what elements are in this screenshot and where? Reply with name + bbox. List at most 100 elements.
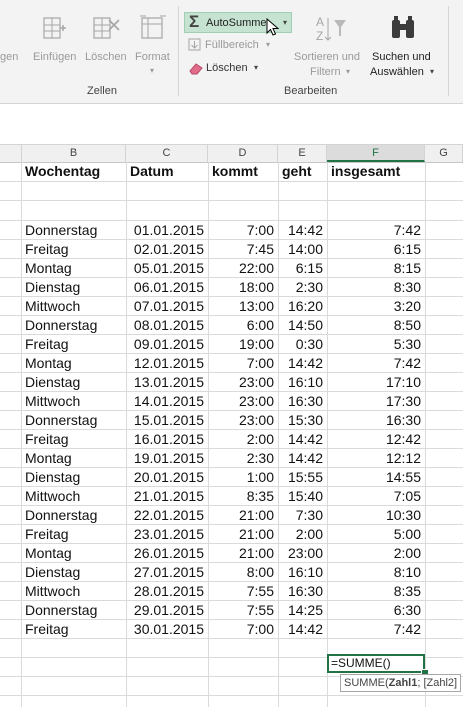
cell-datum[interactable]: 02.01.2015 bbox=[126, 240, 208, 259]
cell-wochentag[interactable]: Montag bbox=[21, 259, 126, 278]
cell-geht[interactable]: 23:00 bbox=[278, 544, 327, 563]
cell-insgesamt[interactable]: 7:42 bbox=[327, 354, 425, 373]
cell-insgesamt[interactable]: 8:10 bbox=[327, 563, 425, 582]
cell-kommt[interactable]: 19:00 bbox=[208, 335, 278, 354]
cell-insgesamt[interactable]: 12:42 bbox=[327, 430, 425, 449]
cell-datum[interactable]: 20.01.2015 bbox=[126, 468, 208, 487]
cell-wochentag[interactable]: Donnerstag bbox=[21, 316, 126, 335]
cell-datum[interactable]: 05.01.2015 bbox=[126, 259, 208, 278]
cell-datum[interactable]: 23.01.2015 bbox=[126, 525, 208, 544]
column-header-b[interactable]: B bbox=[22, 145, 126, 162]
cell-wochentag[interactable]: Dienstag bbox=[21, 373, 126, 392]
cell-insgesamt[interactable]: 12:12 bbox=[327, 449, 425, 468]
cell-datum[interactable]: 29.01.2015 bbox=[126, 601, 208, 620]
cell-kommt[interactable]: 7:45 bbox=[208, 240, 278, 259]
cell-datum[interactable]: 16.01.2015 bbox=[126, 430, 208, 449]
cell-wochentag[interactable]: Mittwoch bbox=[21, 487, 126, 506]
cell-insgesamt[interactable]: 14:55 bbox=[327, 468, 425, 487]
cell-wochentag[interactable]: Dienstag bbox=[21, 278, 126, 297]
tooltip-arg-current[interactable]: Zahl1 bbox=[389, 677, 418, 689]
insert-cells-button[interactable]: Einfügen bbox=[30, 12, 80, 64]
cell-wochentag[interactable]: Freitag bbox=[21, 430, 126, 449]
cell-insgesamt[interactable]: 7:42 bbox=[327, 221, 425, 240]
cell-geht[interactable]: 14:42 bbox=[278, 354, 327, 373]
cell-datum[interactable]: 06.01.2015 bbox=[126, 278, 208, 297]
cell-datum[interactable]: 08.01.2015 bbox=[126, 316, 208, 335]
clear-button[interactable]: Löschen ▾ bbox=[184, 59, 274, 77]
cell-geht[interactable]: 7:30 bbox=[278, 506, 327, 525]
cell-kommt[interactable]: 6:00 bbox=[208, 316, 278, 335]
header-geht[interactable]: geht bbox=[278, 162, 327, 181]
cell-kommt[interactable]: 21:00 bbox=[208, 506, 278, 525]
header-datum[interactable]: Datum bbox=[126, 162, 208, 181]
cell-insgesamt[interactable]: 5:30 bbox=[327, 335, 425, 354]
cell-geht[interactable]: 16:20 bbox=[278, 297, 327, 316]
cell-kommt[interactable]: 1:00 bbox=[208, 468, 278, 487]
cell-kommt[interactable]: 7:55 bbox=[208, 582, 278, 601]
header-kommt[interactable]: kommt bbox=[208, 162, 278, 181]
cell-datum[interactable]: 28.01.2015 bbox=[126, 582, 208, 601]
cell-wochentag[interactable]: Freitag bbox=[21, 525, 126, 544]
cell-geht[interactable]: 15:40 bbox=[278, 487, 327, 506]
cell-datum[interactable]: 19.01.2015 bbox=[126, 449, 208, 468]
cell-wochentag[interactable]: Mittwoch bbox=[21, 582, 126, 601]
cell-geht[interactable]: 14:00 bbox=[278, 240, 327, 259]
cell-geht[interactable]: 14:42 bbox=[278, 430, 327, 449]
cell-insgesamt[interactable]: 8:30 bbox=[327, 278, 425, 297]
cell-geht[interactable]: 2:00 bbox=[278, 525, 327, 544]
cell-insgesamt[interactable]: 8:15 bbox=[327, 259, 425, 278]
delete-cells-button[interactable]: Löschen bbox=[84, 12, 130, 64]
cell-insgesamt[interactable]: 16:30 bbox=[327, 411, 425, 430]
cell-kommt[interactable]: 7:00 bbox=[208, 354, 278, 373]
cell-geht[interactable]: 15:30 bbox=[278, 411, 327, 430]
cell-geht[interactable]: 16:30 bbox=[278, 392, 327, 411]
cell-wochentag[interactable]: Freitag bbox=[21, 240, 126, 259]
cell-datum[interactable]: 15.01.2015 bbox=[126, 411, 208, 430]
cell-wochentag[interactable]: Montag bbox=[21, 449, 126, 468]
column-header-f[interactable]: F bbox=[327, 145, 425, 162]
cell-kommt[interactable]: 8:00 bbox=[208, 563, 278, 582]
sort-filter-button[interactable]: A Z Sortieren und Filtern ▾ bbox=[292, 12, 368, 82]
cell-kommt[interactable]: 7:00 bbox=[208, 620, 278, 639]
cell-kommt[interactable]: 21:00 bbox=[208, 544, 278, 563]
tooltip-args-rest[interactable]: ; [Zahl2] bbox=[417, 677, 457, 689]
cell-kommt[interactable]: 2:30 bbox=[208, 449, 278, 468]
cell-insgesamt[interactable]: 8:35 bbox=[327, 582, 425, 601]
cell-geht[interactable]: 14:42 bbox=[278, 449, 327, 468]
cell-geht[interactable]: 15:55 bbox=[278, 468, 327, 487]
header-insgesamt[interactable]: insgesamt bbox=[327, 162, 425, 181]
cell-kommt[interactable]: 13:00 bbox=[208, 297, 278, 316]
cell-insgesamt[interactable]: 17:10 bbox=[327, 373, 425, 392]
cell-kommt[interactable]: 7:55 bbox=[208, 601, 278, 620]
cell-wochentag[interactable]: Donnerstag bbox=[21, 411, 126, 430]
active-cell[interactable]: =SUMME() bbox=[327, 654, 425, 673]
cell-wochentag[interactable]: Montag bbox=[21, 354, 126, 373]
cell-insgesamt[interactable]: 17:30 bbox=[327, 392, 425, 411]
cell-datum[interactable]: 13.01.2015 bbox=[126, 373, 208, 392]
cell-insgesamt[interactable]: 3:20 bbox=[327, 297, 425, 316]
cell-geht[interactable]: 0:30 bbox=[278, 335, 327, 354]
cell-kommt[interactable]: 23:00 bbox=[208, 411, 278, 430]
cell-wochentag[interactable]: Montag bbox=[21, 544, 126, 563]
cell-insgesamt[interactable]: 7:42 bbox=[327, 620, 425, 639]
column-header-c[interactable]: C bbox=[126, 145, 208, 162]
cell-geht[interactable]: 14:42 bbox=[278, 620, 327, 639]
cell-geht[interactable]: 14:42 bbox=[278, 221, 327, 240]
cell-geht[interactable]: 14:50 bbox=[278, 316, 327, 335]
format-cells-button[interactable]: Format ▾ bbox=[132, 12, 176, 75]
cell-wochentag[interactable]: Donnerstag bbox=[21, 601, 126, 620]
cell-datum[interactable]: 27.01.2015 bbox=[126, 563, 208, 582]
cell-kommt[interactable]: 23:00 bbox=[208, 392, 278, 411]
cell-wochentag[interactable]: Dienstag bbox=[21, 563, 126, 582]
cell-kommt[interactable]: 18:00 bbox=[208, 278, 278, 297]
cell-geht[interactable]: 16:30 bbox=[278, 582, 327, 601]
find-select-button[interactable]: Suchen und Auswählen ▾ bbox=[368, 12, 440, 82]
cell-datum[interactable]: 30.01.2015 bbox=[126, 620, 208, 639]
autosum-dropdown-icon[interactable]: ▾ bbox=[283, 16, 287, 30]
cell-insgesamt[interactable]: 7:05 bbox=[327, 487, 425, 506]
cell-kommt[interactable]: 22:00 bbox=[208, 259, 278, 278]
cell-insgesamt[interactable]: 8:50 bbox=[327, 316, 425, 335]
cell-geht[interactable]: 16:10 bbox=[278, 373, 327, 392]
cell-wochentag[interactable]: Mittwoch bbox=[21, 392, 126, 411]
cell-datum[interactable]: 26.01.2015 bbox=[126, 544, 208, 563]
